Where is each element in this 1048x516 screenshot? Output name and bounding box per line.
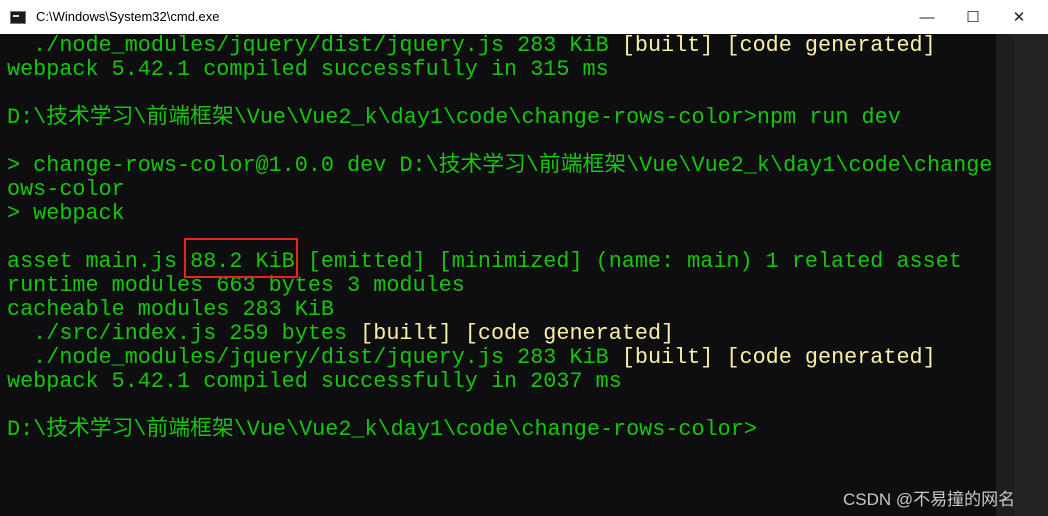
line-text: ./node_modules/jquery/dist/jquery.js 283…: [7, 33, 622, 58]
terminal-line: cacheable modules 283 KiB: [7, 297, 335, 322]
line-status: [built] [code generated]: [621, 33, 936, 58]
terminal-output[interactable]: ./node_modules/jquery/dist/jquery.js 283…: [0, 34, 1019, 516]
scrollbar[interactable]: [996, 34, 1014, 516]
terminal-line: webpack 5.42.1 compiled successfully in …: [7, 57, 609, 82]
terminal-line: > change-rows-color@1.0.0 dev D:\技术学习\前端…: [7, 153, 1019, 178]
watermark: CSDN @不易撞的网名: [843, 490, 1016, 509]
close-button[interactable]: ✕: [996, 0, 1042, 34]
terminal-line: ./node_modules/jquery/dist/jquery.js 283…: [7, 34, 936, 58]
line-status: [built] [code generated]: [621, 345, 936, 370]
line-text: ./node_modules/jquery/dist/jquery.js 283…: [7, 345, 622, 370]
terminal-line: > webpack: [7, 201, 125, 226]
terminal-line: asset main.js 88.2 KiB [emitted] [minimi…: [7, 249, 962, 274]
background-window-edge: [1014, 34, 1048, 516]
terminal-line: ./node_modules/jquery/dist/jquery.js 283…: [7, 346, 936, 370]
window-title: C:\Windows\System32\cmd.exe: [36, 9, 220, 24]
terminal-line: webpack 5.42.1 compiled successfully in …: [7, 369, 622, 394]
terminal-line: D:\技术学习\前端框架\Vue\Vue2_k\day1\code\change…: [7, 417, 757, 442]
terminal-line: ows-color: [7, 177, 125, 202]
cmd-icon: [10, 11, 26, 24]
line-status: [built] [code generated]: [360, 321, 675, 346]
maximize-button[interactable]: ☐: [950, 0, 996, 34]
line-text: ./src/index.js 259 bytes: [7, 321, 361, 346]
minimize-button[interactable]: —: [904, 0, 950, 34]
title-bar: C:\Windows\System32\cmd.exe — ☐ ✕: [0, 0, 1048, 34]
terminal-line: D:\技术学习\前端框架\Vue\Vue2_k\day1\code\change…: [7, 105, 901, 130]
highlight-box: [184, 238, 298, 278]
terminal-line: ./src/index.js 259 bytes [built] [code g…: [7, 322, 674, 346]
